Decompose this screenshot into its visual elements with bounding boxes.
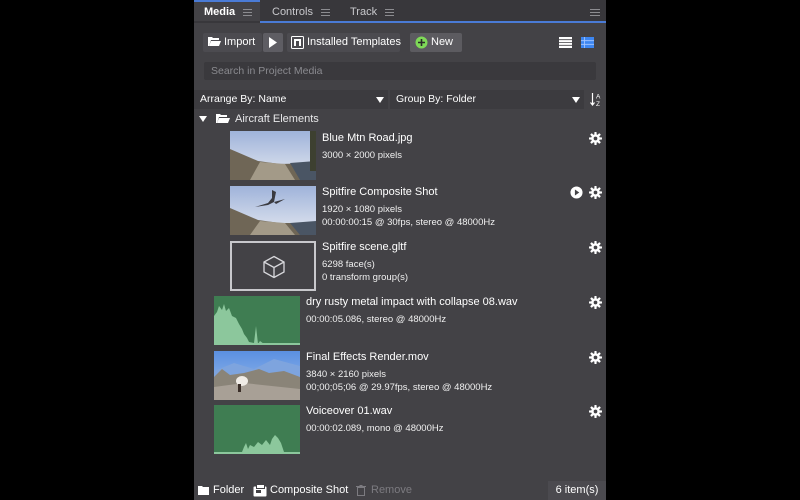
play-circle-icon[interactable] [570, 186, 583, 199]
svg-text:Z: Z [596, 101, 600, 107]
folder-label: Folder [213, 484, 245, 496]
tab-controls[interactable]: Controls [272, 2, 330, 23]
template-icon [291, 36, 304, 49]
composite-shot-label: Composite Shot [270, 484, 349, 496]
gear-icon[interactable] [589, 186, 602, 199]
new-folder-button[interactable]: Folder [198, 481, 244, 500]
remove-button[interactable]: Remove [356, 481, 412, 500]
search-input[interactable]: Search in Project Media [204, 62, 596, 80]
installed-templates-button[interactable]: Installed Templates [287, 33, 401, 52]
item-meta: 3000 × 2000 pixels [322, 150, 403, 161]
media-item[interactable]: Spitfire scene.gltf 6298 face(s) 0 transf… [194, 239, 606, 293]
folder-open-icon [208, 37, 221, 46]
item-name: Blue Mtn Road.jpg [322, 132, 413, 144]
item-name: Spitfire Composite Shot [322, 186, 438, 198]
gear-icon[interactable] [589, 351, 602, 364]
media-panel: Media Controls Track Import Installed Te… [194, 0, 606, 500]
tab-menu-icon[interactable] [243, 7, 253, 18]
audio-waveform-thumbnail [214, 405, 300, 454]
tab-bar: Media Controls Track [194, 0, 606, 23]
image-thumbnail [230, 131, 316, 180]
group-by-dropdown[interactable]: Group By: Folder [390, 90, 584, 109]
item-meta: 3840 × 2160 pixels 00;00;05;06 @ 29.97fps… [306, 369, 493, 393]
media-item[interactable]: Voiceover 01.wav 00:00:02.089, mono @ 48… [194, 403, 606, 457]
remove-label: Remove [371, 484, 412, 496]
import-button[interactable]: Import [203, 33, 262, 52]
tab-menu-icon[interactable] [385, 7, 395, 18]
svg-text:A: A [596, 94, 601, 101]
detail-view-icon[interactable] [581, 37, 594, 48]
folder-icon [198, 486, 209, 495]
import-options-button[interactable] [263, 33, 283, 52]
gear-icon[interactable] [589, 296, 602, 309]
item-meta: 1920 × 1080 pixels 00:00:00:15 @ 30fps, s… [322, 204, 495, 228]
tab-track[interactable]: Track [350, 2, 395, 23]
new-button[interactable]: New [410, 33, 462, 52]
gear-icon[interactable] [589, 132, 602, 145]
list-view-icon[interactable] [559, 37, 572, 48]
group-by-label: Group By: Folder [396, 93, 476, 105]
play-arrow-icon [269, 37, 277, 48]
folder-open-icon [216, 114, 230, 123]
chevron-down-icon [376, 97, 384, 103]
item-name: Final Effects Render.mov [306, 351, 429, 363]
panel-menu-icon[interactable] [590, 7, 600, 18]
folder-name: Aircraft Elements [235, 113, 319, 125]
arrange-by-label: Arrange By: Name [200, 93, 287, 105]
add-circle-icon [415, 36, 428, 49]
media-item[interactable]: Final Effects Render.mov 3840 × 2160 pix… [194, 349, 606, 403]
media-item[interactable]: dry rusty metal impact with collapse 08.… [194, 294, 606, 348]
media-item[interactable]: Blue Mtn Road.jpg 3000 × 2000 pixels [194, 130, 606, 184]
audio-waveform-thumbnail [214, 296, 300, 345]
arrange-by-dropdown[interactable]: Arrange By: Name [194, 90, 388, 109]
tab-label: Media [204, 6, 236, 18]
item-count: 6 item(s) [548, 481, 606, 500]
item-name: Spitfire scene.gltf [322, 241, 407, 253]
cube-icon [263, 255, 285, 279]
templates-label: Installed Templates [307, 36, 401, 48]
new-label: New [431, 36, 454, 48]
tab-menu-icon[interactable] [320, 7, 330, 18]
item-name: dry rusty metal impact with collapse 08.… [306, 296, 518, 308]
tab-label: Track [350, 6, 378, 18]
media-item[interactable]: Spitfire Composite Shot 1920 × 1080 pixe… [194, 184, 606, 238]
item-meta: 00:00:05.086, stereo @ 48000Hz [306, 314, 447, 325]
composite-thumbnail [230, 186, 316, 235]
item-name: Voiceover 01.wav [306, 405, 393, 417]
new-composite-shot-button[interactable]: Composite Shot [253, 481, 348, 500]
item-meta: 6298 face(s) 0 transform group(s) [322, 259, 409, 283]
sort-az-icon[interactable]: A Z [590, 92, 602, 107]
3d-model-thumbnail [230, 241, 316, 291]
composite-shot-icon [253, 484, 267, 497]
chevron-down-icon [572, 97, 580, 103]
tab-media[interactable]: Media [194, 0, 260, 21]
video-thumbnail [214, 351, 300, 400]
trash-icon [356, 485, 366, 496]
gear-icon[interactable] [589, 405, 602, 418]
tab-label: Controls [272, 6, 313, 18]
item-meta: 00:00:02.089, mono @ 48000Hz [306, 423, 444, 434]
footer-bar: Folder Composite Shot Remove 6 item(s) [194, 481, 606, 500]
tab-underline [260, 21, 606, 23]
gear-icon[interactable] [589, 241, 602, 254]
import-label: Import [224, 36, 256, 48]
disclosure-triangle-icon[interactable] [199, 116, 207, 122]
